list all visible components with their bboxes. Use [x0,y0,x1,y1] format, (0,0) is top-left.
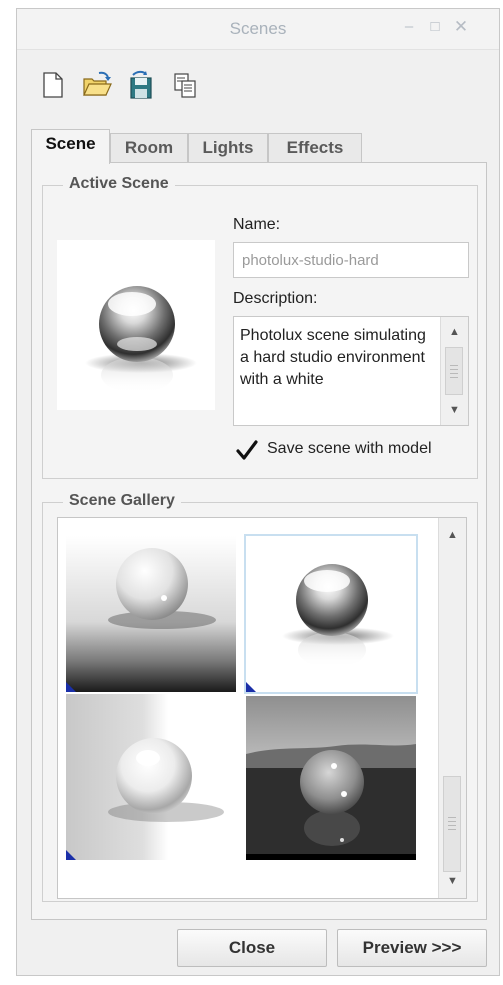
scroll-up-icon[interactable]: ▲ [439,522,466,548]
scene-gallery-group: Scene Gallery ▲ ▼ [42,492,478,902]
scroll-thumb[interactable] [443,776,461,872]
preview-button[interactable]: Preview >>> [337,929,487,967]
description-textarea[interactable]: Photolux scene simulating a hard studio … [233,316,469,426]
tab-effects[interactable]: Effects [268,133,362,163]
active-scene-preview [57,240,215,410]
scroll-down-icon[interactable]: ▼ [439,868,466,894]
close-button[interactable]: Close [177,929,327,967]
description-label: Description: [233,290,318,307]
gallery-scrollbar[interactable]: ▲ ▼ [438,518,466,898]
tab-room[interactable]: Room [110,133,188,163]
active-scene-group: Active Scene Name: photolux-studio-hard … [42,175,478,479]
maximize-icon[interactable]: □ [425,17,445,37]
tab-lights[interactable]: Lights [188,133,268,163]
scroll-up-icon[interactable]: ▲ [441,319,468,345]
scene-gallery-legend: Scene Gallery [63,492,181,510]
gallery-thumb-1[interactable] [66,536,236,692]
scroll-down-icon[interactable]: ▼ [441,397,468,423]
tab-scene[interactable]: Scene [31,129,110,164]
active-scene-legend: Active Scene [63,175,175,193]
copy-icon[interactable] [169,69,201,101]
scenes-dialog: Scenes – □ ✕ Scene Room Lights Effects A… [16,8,500,976]
close-icon[interactable]: ✕ [451,17,471,37]
scene-tab-panel: Active Scene Name: photolux-studio-hard … [31,162,487,920]
scene-name-input[interactable] [233,242,469,278]
save-icon[interactable] [125,69,157,101]
thumb-corner-marker [66,682,76,692]
minimize-icon[interactable]: – [399,17,419,37]
gallery-thumb-3[interactable] [66,694,236,860]
gallery-thumb-4[interactable] [246,696,416,860]
thumb-corner-marker [66,850,76,860]
description-text: Photolux scene simulating a hard studio … [240,327,426,388]
thumb-corner-marker [246,682,256,692]
scene-gallery-list[interactable]: ▲ ▼ [57,517,467,899]
name-label: Name: [233,216,281,233]
scroll-thumb[interactable] [445,347,463,395]
title-bar[interactable]: Scenes – □ ✕ [17,9,499,50]
description-scrollbar[interactable]: ▲ ▼ [440,317,468,425]
open-folder-icon[interactable] [81,69,113,101]
gallery-thumb-2[interactable] [244,534,418,694]
save-with-model-label: Save scene with model [267,440,432,457]
new-scene-icon[interactable] [37,69,69,101]
save-with-model-checkbox[interactable] [235,439,258,461]
